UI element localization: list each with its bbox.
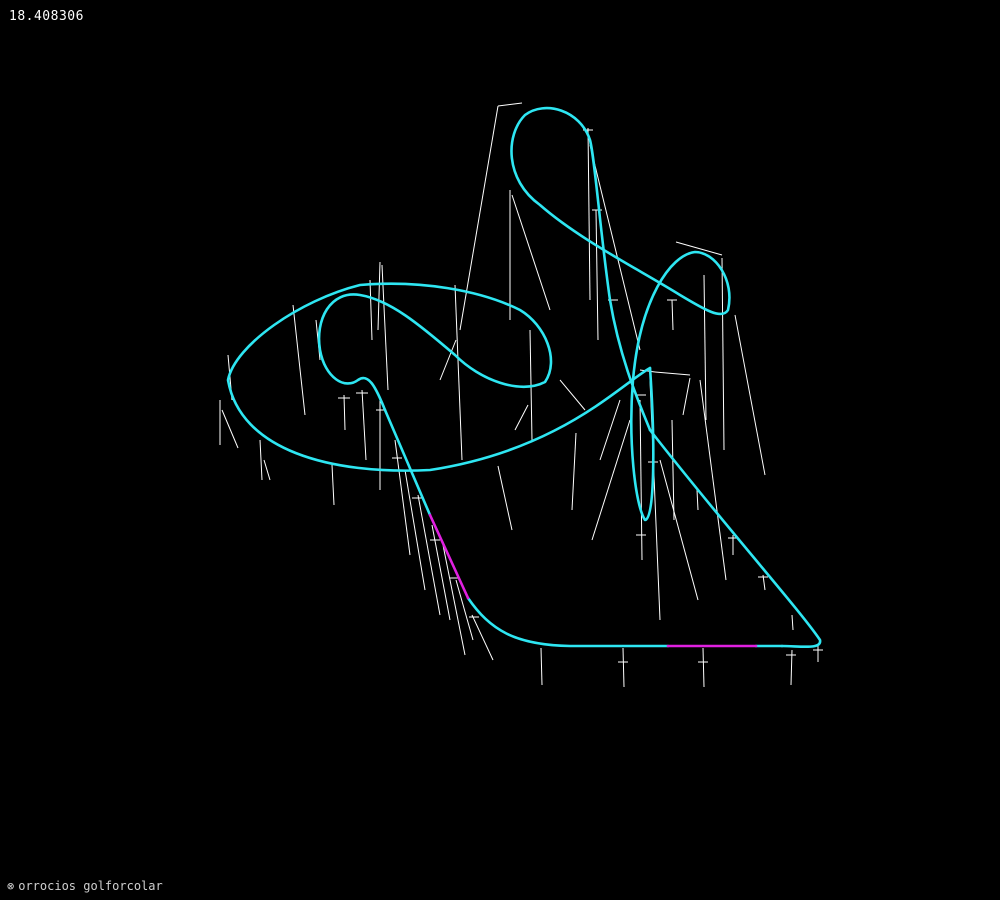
highlighted-track-segments: [428, 513, 758, 648]
status-bar: ⊗ orrocios golforcolar: [7, 879, 163, 893]
status-text: orrocios golforcolar: [18, 879, 163, 893]
highlight-segment-drop: [428, 513, 470, 600]
coaster-scene: [219, 102, 823, 688]
coaster-track: [226, 106, 822, 649]
coaster-viewport[interactable]: 18.408306 ⊗ orrocios golforcolar: [0, 0, 1000, 900]
support-structure: [219, 102, 823, 688]
camera-icon: ⊗: [7, 879, 15, 893]
